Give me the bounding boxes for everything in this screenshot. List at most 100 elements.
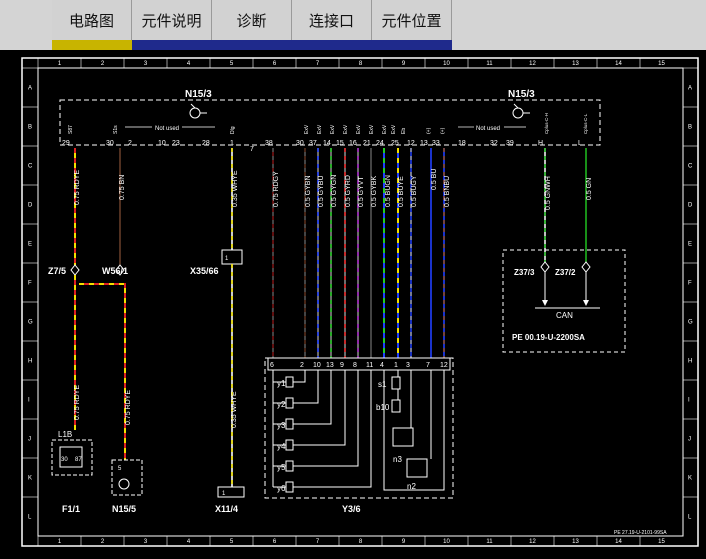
label-z37-2: Z37/2 [555,268,576,277]
pin-37: 37 [309,140,317,147]
pin-name-exv-4: ExV [343,124,349,134]
f1-pin-a: 30 [61,457,68,463]
can-label: CAN [556,311,573,320]
grid-col-3: 3 [144,539,148,545]
label-y3-6: Y3/6 [342,504,361,514]
pin-14: 14 [323,140,331,147]
solenoid-n3-body [392,427,414,447]
valve-coil-y1 [285,376,294,388]
n15-5-sensor-icon [118,478,130,490]
grid-row-H: H [688,359,692,365]
y3-pin-10: 10 [313,362,321,369]
wire-label-4: 0.75 RDGY [273,171,280,207]
pin-name-exv-7: ExV [382,124,388,134]
y3-pin-6: 6 [270,362,274,369]
pin-name-exv-1: ExV [304,124,310,134]
pin-13: 13 [420,140,428,147]
module-name-left: N15/3 [185,89,212,100]
grid-col-12: 12 [529,61,536,67]
wire-label-6: 0.5 GYBU [318,175,325,207]
sensor-symbol-right [512,103,530,119]
pin-21: 21 [363,140,371,147]
y3-pin-8: 8 [353,362,357,369]
label-s1: s1 [378,380,387,389]
f1-pin-b: 87 [75,457,82,463]
active-tab-indicator [52,40,132,50]
grid-col-5: 5 [230,539,234,545]
valve-coil-y6 [285,481,294,493]
pin-23: 23 [172,140,180,147]
pin-name-eb: Eb [401,128,407,134]
pin-16: 16 [349,140,357,147]
valve-label-y1: y1 [277,379,286,388]
tab-component-location[interactable]: 元件位置 [372,0,452,40]
wire-label-7: 0.5 GYGN [331,175,338,207]
grid-col-12: 12 [529,539,536,545]
tab-diagnosis[interactable]: 诊断 [212,0,292,40]
valve-label-y2: y2 [277,400,286,409]
pin-24: 24 [376,140,384,147]
pin-1: 1 [230,140,234,147]
pin-18: 18 [458,140,466,147]
grid-row-K: K [28,476,32,482]
tab-circuit-diagram[interactable]: 电路图 [52,0,132,40]
valve-label-y5: y5 [277,463,286,472]
grid-col-13: 13 [572,61,579,67]
grid-col-15: 15 [658,61,665,67]
not-used-right: Not used [476,126,500,132]
pin-32: 32 [490,140,498,147]
wire-label-9: 0.5 GYVT [358,176,365,207]
module-n15-3-box [59,99,601,146]
grid-col-10: 10 [443,61,450,67]
grid-row-J: J [28,437,31,443]
wire-label-1: 0.75 RDYE [74,170,81,205]
grid-row-J: J [688,437,691,443]
pin-25: 25 [391,140,399,147]
module-n15-5 [111,459,143,496]
pin-30b: 30 [296,140,304,147]
grid-row-G: G [688,320,693,326]
grid-col-1: 1 [58,539,62,545]
tab-component-description[interactable]: 元件说明 [132,0,212,40]
grid-col-9: 9 [402,61,406,67]
valve-coil-y3 [285,418,294,430]
pin-name-exv-5: ExV [356,124,362,134]
y3-pin-13: 13 [326,362,334,369]
pin-h: H [538,140,543,147]
grid-row-B: B [28,125,32,131]
grid-col-2: 2 [101,61,105,67]
wiring-diagram: 1122334455667788991010111112121313141415… [21,57,699,547]
grid-row-E: E [688,242,692,248]
pin-30: 30 [106,140,114,147]
sensor-b10 [391,399,401,413]
label-z37-3: Z37/3 [514,268,535,277]
wire-label-11: 0.5 BUGN [385,175,392,207]
valve-coil-y2 [285,397,294,409]
pin-name-exv-6: ExV [369,124,375,134]
grid-col-13: 13 [572,539,579,545]
wire-label-20: 0.35 WHYE [231,391,238,428]
pin-name-s87: S87 [68,125,74,134]
grid-row-G: G [28,320,33,326]
grid-col-2: 2 [101,539,105,545]
grid-row-A: A [28,86,32,92]
grid-col-11: 11 [486,539,493,545]
grid-col-6: 6 [273,61,277,67]
grid-row-F: F [688,281,692,287]
grid-col-14: 14 [615,539,622,545]
grid-row-C: C [28,164,33,170]
grid-row-L: L [28,515,32,521]
grid-col-1: 1 [58,61,62,67]
valve-coil-y4 [285,439,294,451]
grid-row-H: H [28,359,32,365]
not-used-left: Not used [155,126,179,132]
wire-label-14: 0.5 BU [431,169,438,190]
sensor-symbol-left [189,103,207,119]
tab-connectors[interactable]: 连接口 [292,0,372,40]
grid-col-8: 8 [359,539,363,545]
y3-pin-1: 1 [394,362,398,369]
label-z7-5: Z7/5 [48,266,66,276]
grid-col-15: 15 [658,539,665,545]
label-x35-66: X35/66 [190,266,219,276]
grid-row-B: B [688,125,692,131]
